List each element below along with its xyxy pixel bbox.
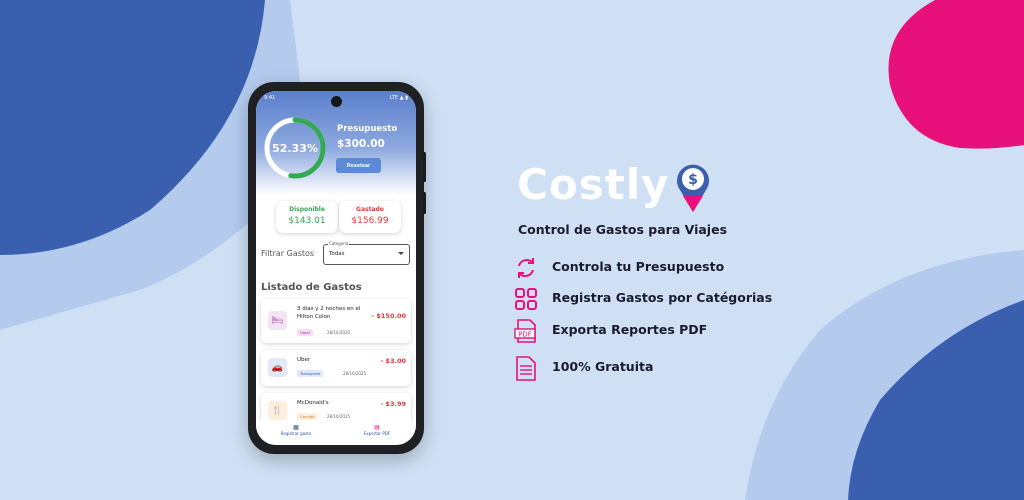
expense-category-badge: Comida — [297, 413, 318, 420]
available-card: Disponible $143.01 — [276, 201, 338, 233]
expense-date: 28/10/2025 — [327, 414, 351, 419]
top-right-pink-shape — [888, 0, 1024, 149]
svg-text:$: $ — [688, 172, 698, 188]
expense-category-badge: Transporte — [297, 370, 324, 377]
location-dollar-icon: $ — [677, 164, 709, 212]
budget-label: Presupuesto — [337, 124, 398, 134]
fork-knife-icon: 🍴 — [268, 401, 287, 420]
brand-name: Costly — [517, 160, 670, 209]
phone-screen: 9:41 LTE ▲ ▮ 52.33% Presupuesto $300.00 … — [256, 91, 416, 445]
expense-name: Uber — [297, 357, 311, 363]
feature-text: Exporta Reportes PDF — [552, 322, 708, 337]
available-value: $143.01 — [288, 216, 326, 226]
expense-name: McDonald's — [297, 400, 329, 406]
phone-side-button — [423, 152, 426, 182]
nav-register-label: Registrar gasto — [280, 431, 312, 436]
feature-text: 100% Gratuita — [552, 359, 654, 374]
expense-name: 3 días y 2 noches en el Hilton Colon — [297, 306, 361, 320]
budget-value: $300.00 — [337, 138, 385, 150]
spent-value: $156.99 — [351, 216, 389, 226]
status-time: 9:41 — [264, 95, 276, 101]
refresh-icon — [518, 258, 534, 278]
nav-export-label: Exportar PDF — [363, 431, 391, 436]
chevron-down-icon — [398, 252, 404, 255]
tagline: Control de Gastos para Viajes — [518, 222, 728, 237]
filter-caption: Categoría — [328, 241, 350, 246]
phone-mockup: 9:41 LTE ▲ ▮ 52.33% Presupuesto $300.00 … — [248, 82, 426, 454]
pdf-icon: PDF — [514, 319, 536, 343]
feature-text: Controla tu Presupuesto — [552, 259, 725, 274]
reset-button[interactable]: Resetear — [336, 158, 381, 173]
phone-volume-button — [423, 192, 426, 214]
expense-item-transport[interactable]: 🚗 Uber - $3.00 Transporte 28/10/2025 — [261, 350, 411, 386]
expense-date: 28/10/2025 — [343, 371, 367, 376]
filter-label: Filtrar Gastos — [261, 249, 315, 258]
bed-icon: 🛏 — [268, 311, 287, 330]
spent-label: Gastado — [356, 206, 384, 213]
expense-amount: - $150.00 — [371, 312, 406, 320]
car-icon: 🚗 — [268, 358, 287, 377]
add-expense-icon: ▦ — [293, 424, 299, 431]
feature-text: Registra Gastos por Catégorias — [552, 290, 773, 305]
nav-register-expense[interactable]: ▦ Registrar gasto — [270, 424, 322, 436]
bottom-nav: ▦ Registrar gasto ▤ Exportar PDF — [256, 421, 416, 445]
available-label: Disponible — [289, 206, 325, 213]
filter-value: Todas — [329, 251, 345, 257]
expense-date: 28/10/2025 — [327, 330, 351, 335]
spent-card: Gastado $156.99 — [339, 201, 401, 233]
expense-item-hotel[interactable]: 🛏 3 días y 2 noches en el Hilton Colon -… — [261, 299, 411, 343]
nav-export-pdf[interactable]: ▤ Exportar PDF — [354, 424, 400, 436]
list-title: Listado de Gastos — [261, 282, 362, 293]
status-icons: LTE ▲ ▮ — [389, 95, 408, 101]
category-select[interactable]: Categoría Todas — [323, 241, 410, 265]
expense-amount: - $3.00 — [380, 357, 406, 365]
camera-icon — [331, 96, 342, 107]
expense-amount: - $3.99 — [380, 400, 406, 408]
expense-category-badge: Hotel — [297, 329, 314, 336]
svg-text:PDF: PDF — [518, 331, 532, 339]
background-shapes — [0, 0, 1024, 500]
progress-percent: 52.33% — [272, 141, 318, 155]
export-pdf-icon: ▤ — [374, 424, 380, 431]
grid-icon — [515, 288, 537, 310]
document-icon — [516, 356, 536, 381]
